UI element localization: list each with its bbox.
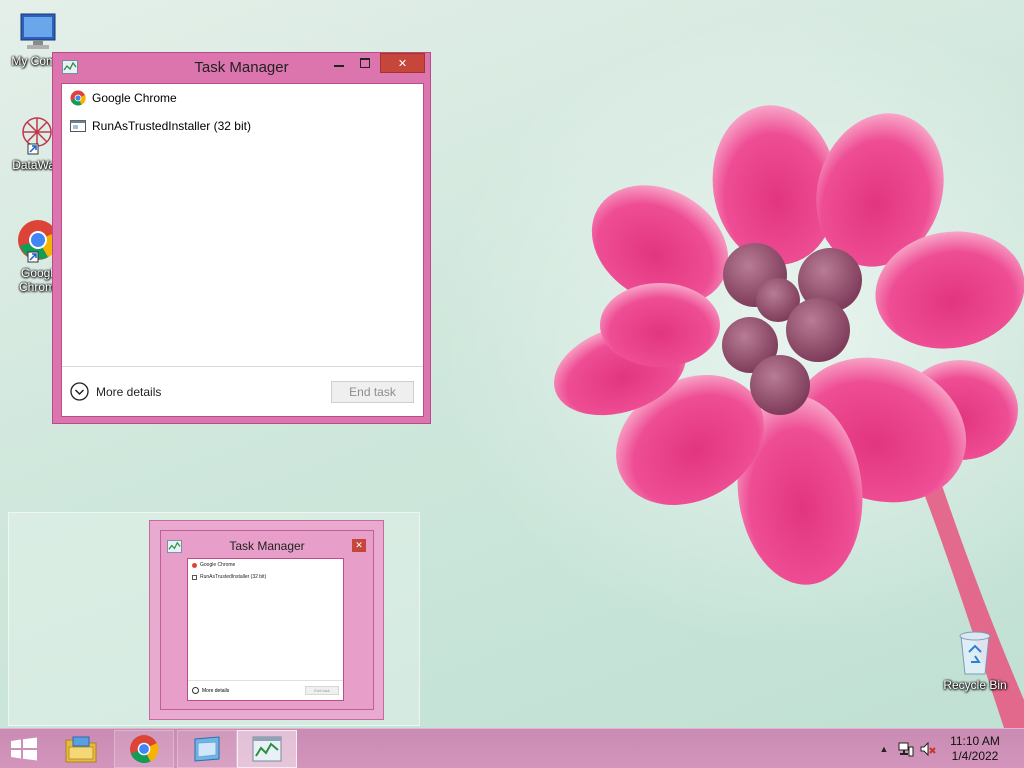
preview-more-details: More details: [192, 687, 229, 694]
volume-muted-icon: [920, 741, 936, 757]
chrome-icon: [130, 735, 159, 763]
chrome-icon: [70, 90, 86, 106]
preview-more-details-label: More details: [202, 687, 230, 694]
end-task-button[interactable]: End task: [331, 381, 414, 403]
taskbar-task-manager[interactable]: [237, 730, 297, 768]
preview-footer: More details End task: [188, 680, 343, 700]
more-details-label: More details: [96, 384, 162, 399]
desktop-icon-recycle-bin[interactable]: Recycle Bin: [938, 630, 1012, 692]
preview-process-row: Google Chrome: [192, 562, 235, 568]
show-hidden-icons-button[interactable]: ▲: [876, 741, 892, 757]
recycle-bin-icon: [959, 631, 991, 675]
preview-close-button[interactable]: ✕: [352, 539, 366, 552]
start-button[interactable]: [0, 730, 48, 768]
close-icon: ✕: [397, 57, 408, 70]
file-explorer-icon: [65, 736, 97, 763]
close-icon: ✕: [355, 540, 363, 550]
title-bar[interactable]: Task Manager ✕: [53, 53, 430, 83]
app-window-icon: [192, 574, 197, 580]
chevron-up-icon: ▲: [879, 744, 889, 754]
preview-title: Task Manager: [229, 539, 305, 553]
window-footer: More details End task: [62, 366, 423, 416]
taskbar-app[interactable]: [177, 730, 237, 768]
maximize-button[interactable]: [352, 53, 378, 73]
maximize-icon: [360, 58, 370, 68]
computer-icon: [20, 13, 56, 49]
taskbar-file-explorer[interactable]: [51, 730, 111, 768]
close-button[interactable]: ✕: [380, 53, 425, 73]
task-manager-window[interactable]: Task Manager ✕ Google Chrome RunAsTruste…: [52, 52, 431, 424]
clock-date: 1/4/2022: [951, 749, 999, 763]
volume-control[interactable]: [920, 741, 936, 757]
preview-client: Google Chrome RunAsTrustedInstaller (32 …: [187, 558, 344, 701]
process-list: Google Chrome RunAsTrustedInstaller (32 …: [62, 84, 423, 140]
start-icon: [11, 737, 37, 761]
task-manager-icon: [252, 736, 282, 762]
more-details-toggle[interactable]: More details: [70, 382, 161, 401]
minimize-button[interactable]: [326, 53, 352, 73]
chrome-icon: [192, 562, 197, 568]
app-icon: [194, 736, 220, 762]
preview-process-row: RunAsTrustedInstaller (32 bit): [192, 574, 266, 580]
desktop-icon-label: Recycle Bin: [943, 678, 1007, 692]
process-row[interactable]: Google Chrome: [62, 84, 423, 112]
process-panel: Google Chrome RunAsTrustedInstaller (32 …: [61, 83, 424, 417]
taskbar: ▲ 11:10 AM 1/4/2022: [0, 728, 1024, 768]
clock-time: 11:10 AM: [950, 734, 1000, 748]
preview-end-task: End task: [305, 686, 339, 695]
app-window-icon: [70, 120, 86, 132]
preview-process-name: RunAsTrustedInstaller (32 bit): [200, 574, 267, 580]
chevron-down-circle-icon: [192, 687, 199, 694]
process-name: Google Chrome: [92, 91, 177, 105]
process-row[interactable]: RunAsTrustedInstaller (32 bit): [62, 112, 423, 140]
network-icon: [898, 742, 914, 757]
preview-process-name: Google Chrome: [200, 562, 236, 568]
network-status[interactable]: [898, 741, 914, 757]
clock[interactable]: 11:10 AM 1/4/2022: [944, 734, 1006, 764]
process-name: RunAsTrustedInstaller (32 bit): [92, 119, 251, 133]
taskbar-chrome[interactable]: [114, 730, 174, 768]
minimize-icon: [334, 65, 344, 67]
chevron-down-circle-icon: [70, 382, 89, 401]
